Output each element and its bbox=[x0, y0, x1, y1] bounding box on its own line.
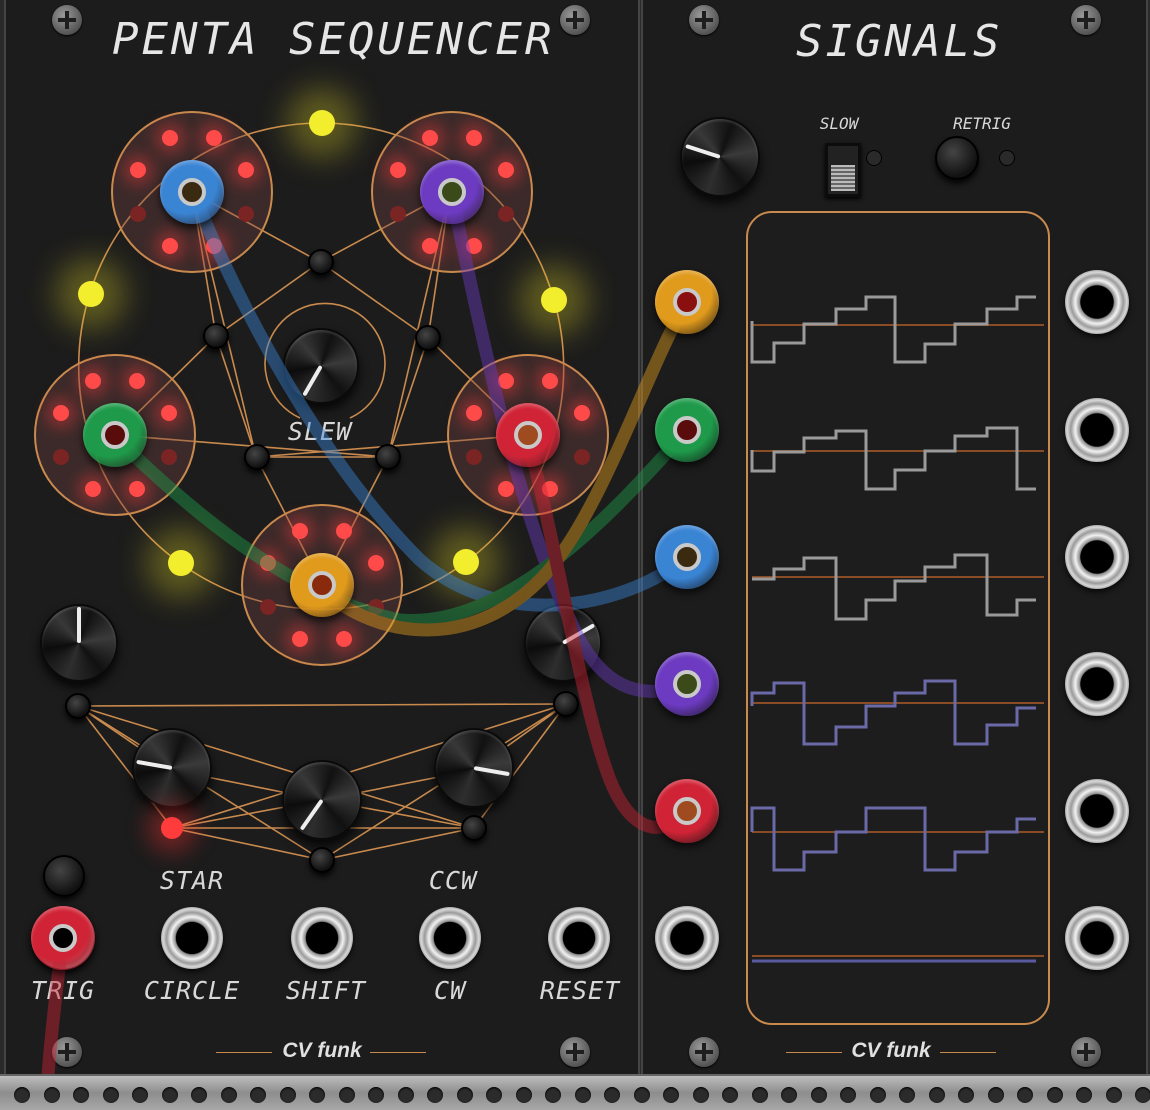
rail-hole bbox=[987, 1087, 1004, 1103]
rail-hole bbox=[368, 1087, 384, 1103]
rail-hole bbox=[43, 1087, 60, 1103]
rail-hole bbox=[1076, 1087, 1092, 1103]
rail-hole bbox=[840, 1087, 856, 1103]
rail-hole bbox=[899, 1087, 915, 1103]
rail-hole bbox=[309, 1087, 325, 1103]
rail-hole bbox=[132, 1087, 148, 1103]
cable-plug-icon[interactable] bbox=[655, 398, 719, 462]
rail-hole bbox=[515, 1087, 532, 1103]
rail-hole bbox=[427, 1087, 443, 1103]
cable-plug-icon[interactable] bbox=[160, 160, 224, 224]
rail-hole bbox=[1105, 1087, 1122, 1103]
rail-hole bbox=[869, 1087, 886, 1103]
rail-hole bbox=[633, 1087, 650, 1103]
cable-plug-icon[interactable] bbox=[290, 553, 354, 617]
rail-hole bbox=[397, 1087, 414, 1103]
rail-hole bbox=[161, 1087, 178, 1103]
rail-hole bbox=[14, 1087, 30, 1103]
rail-hole bbox=[692, 1087, 709, 1103]
rail-hole bbox=[751, 1087, 768, 1103]
cable-red bbox=[521, 433, 693, 834]
rail-hole bbox=[604, 1087, 620, 1103]
cable-plug-icon[interactable] bbox=[496, 403, 560, 467]
rail-hole bbox=[928, 1087, 945, 1103]
rail-hole bbox=[456, 1087, 473, 1103]
rail-hole bbox=[102, 1087, 119, 1103]
rail-hole bbox=[663, 1087, 679, 1103]
cable-plug-icon[interactable] bbox=[31, 906, 95, 970]
rail-hole bbox=[781, 1087, 797, 1103]
cable-plug-icon[interactable] bbox=[655, 652, 719, 716]
cable-orange bbox=[315, 297, 693, 637]
cable-plug-icon[interactable] bbox=[655, 525, 719, 589]
rail-hole bbox=[545, 1087, 561, 1103]
rack-stage: PENTA SEQUENCER SLEW STAR CCW TRIG CIRCL… bbox=[0, 0, 1150, 1110]
rail-hole bbox=[1135, 1087, 1150, 1103]
cable-plug-icon[interactable] bbox=[655, 270, 719, 334]
rail-hole bbox=[810, 1087, 827, 1103]
cable-plug-icon[interactable] bbox=[83, 403, 147, 467]
rail-hole bbox=[250, 1087, 266, 1103]
rail-hole bbox=[486, 1087, 502, 1103]
rail-hole bbox=[722, 1087, 738, 1103]
rail-hole bbox=[73, 1087, 89, 1103]
rail-hole bbox=[958, 1087, 974, 1103]
cable-blue bbox=[189, 193, 693, 612]
cable-plug-icon[interactable] bbox=[420, 160, 484, 224]
rail-hole bbox=[574, 1087, 591, 1103]
cable-plug-icon[interactable] bbox=[655, 779, 719, 843]
rail-hole bbox=[1046, 1087, 1063, 1103]
rail-hole bbox=[338, 1087, 355, 1103]
rail-hole bbox=[220, 1087, 237, 1103]
rail-hole bbox=[1017, 1087, 1033, 1103]
rail-hole bbox=[279, 1087, 296, 1103]
rail-hole bbox=[191, 1087, 207, 1103]
